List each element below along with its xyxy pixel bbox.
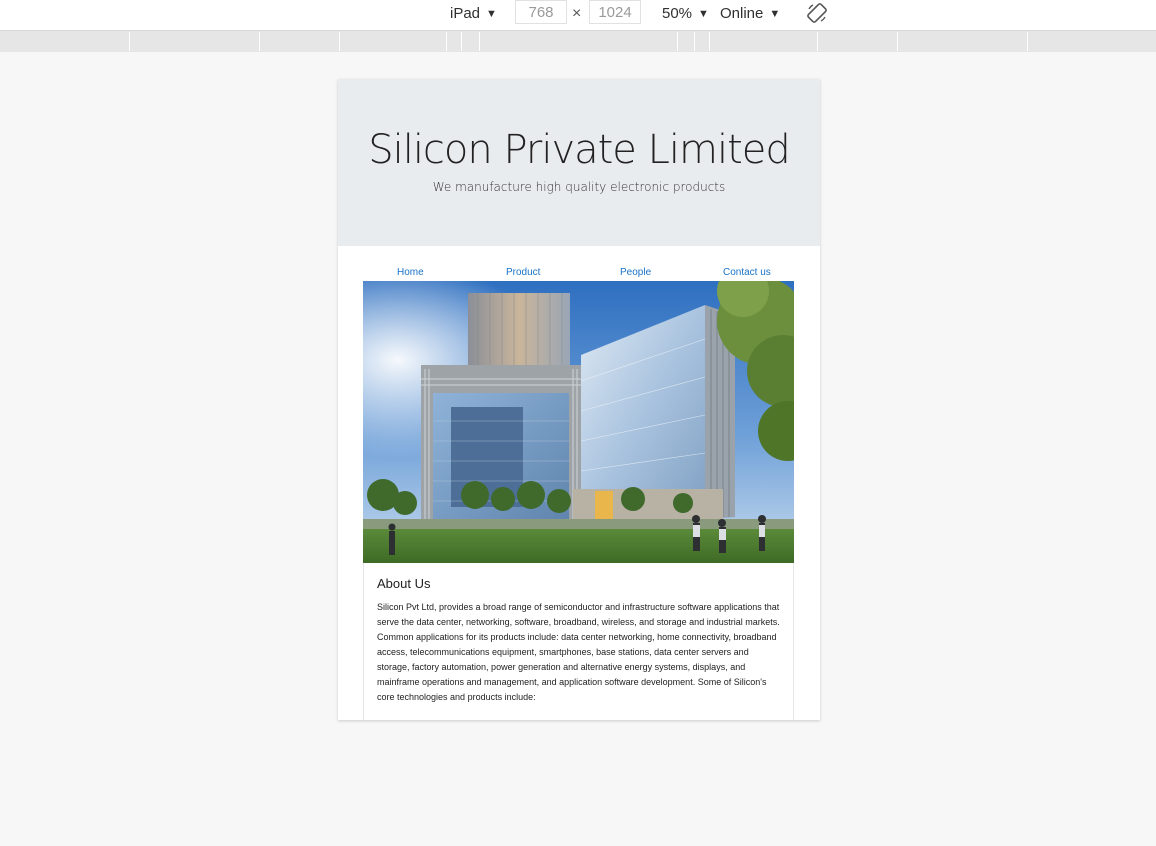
- about-section: About Us Silicon Pvt Ltd, provides a bro…: [363, 563, 794, 720]
- times-icon: ×: [572, 5, 582, 22]
- caret-down-icon: ▼: [769, 8, 781, 20]
- nav-link-people[interactable]: People: [620, 267, 651, 278]
- media-query-marker[interactable]: [446, 32, 447, 51]
- rotate-icon[interactable]: [806, 2, 828, 24]
- media-query-marker[interactable]: [817, 32, 818, 51]
- network-select[interactable]: Online ▼: [720, 3, 780, 25]
- media-query-marker[interactable]: [479, 32, 480, 51]
- device-toolbar: iPad ▼ × 50% ▼ Online ▼: [0, 0, 1156, 31]
- media-query-marker[interactable]: [709, 32, 710, 51]
- caret-down-icon: ▼: [486, 8, 497, 20]
- about-heading: About Us: [377, 576, 431, 591]
- device-viewport: Silicon Private Limited We manufacture h…: [338, 79, 820, 720]
- media-query-bar[interactable]: [0, 31, 1156, 52]
- nav-link-product[interactable]: Product: [506, 267, 540, 278]
- device-label: iPad: [450, 5, 481, 22]
- site-title: Silicon Private Limited: [368, 127, 791, 173]
- media-query-marker[interactable]: [677, 32, 678, 51]
- site-tagline: We manufacture high quality electronic p…: [432, 180, 726, 194]
- zoom-select[interactable]: 50% ▼: [662, 3, 709, 25]
- media-query-marker[interactable]: [897, 32, 898, 51]
- height-input[interactable]: [589, 0, 641, 24]
- width-input[interactable]: [515, 0, 567, 24]
- about-paragraph: Silicon Pvt Ltd, provides a broad range …: [377, 602, 780, 702]
- network-label: Online: [720, 5, 764, 22]
- jumbotron: Silicon Private Limited We manufacture h…: [338, 79, 820, 246]
- nav-link-home[interactable]: Home: [397, 267, 424, 278]
- caret-down-icon: ▼: [698, 8, 709, 20]
- media-query-marker[interactable]: [461, 32, 462, 51]
- media-query-marker[interactable]: [129, 32, 130, 51]
- main-nav: Home Product People Contact us: [363, 267, 794, 281]
- device-select[interactable]: iPad ▼: [450, 3, 497, 25]
- media-query-marker[interactable]: [1027, 32, 1028, 51]
- media-query-marker[interactable]: [259, 32, 260, 51]
- zoom-label: 50%: [662, 5, 693, 22]
- nav-link-contact[interactable]: Contact us: [723, 267, 771, 278]
- hero-building-image: [363, 281, 794, 563]
- media-query-marker[interactable]: [339, 32, 340, 51]
- media-query-marker[interactable]: [694, 32, 695, 51]
